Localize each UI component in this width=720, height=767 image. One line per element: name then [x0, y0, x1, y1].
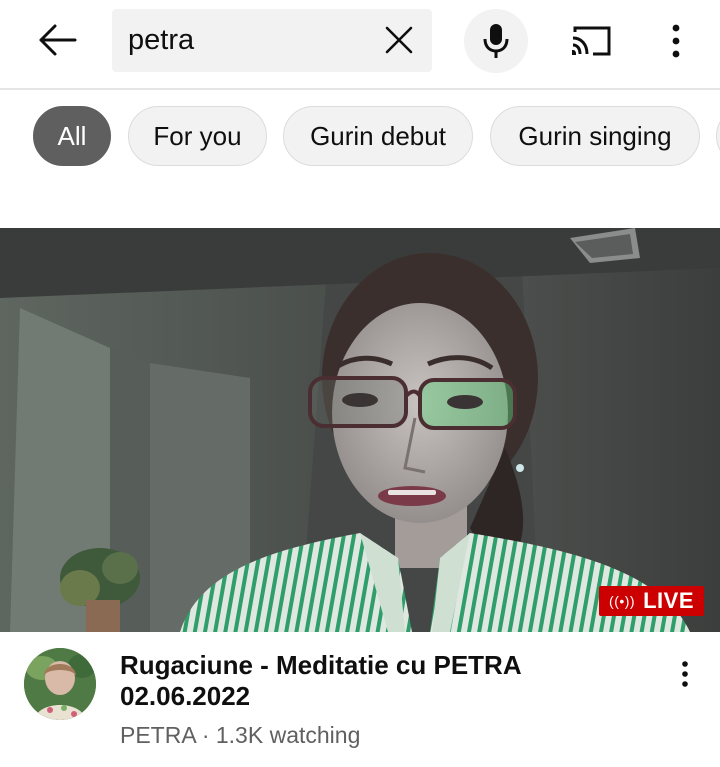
video-frame-image: [0, 228, 720, 632]
clear-search-button[interactable]: [384, 25, 414, 55]
filter-chips-bar: All For you Gurin debut Gurin singing: [0, 106, 720, 170]
back-button[interactable]: [32, 18, 82, 62]
mic-icon: [483, 24, 509, 58]
live-broadcast-icon: ((•)): [609, 593, 636, 609]
video-action-menu-button[interactable]: [670, 652, 700, 696]
avatar-image: [24, 648, 96, 720]
video-title[interactable]: Rugaciune - Meditatie cu PETRA 02.06.202…: [120, 650, 640, 712]
chip-for-you[interactable]: For you: [128, 106, 267, 166]
viewer-count: 1.3K watching: [215, 722, 361, 748]
more-vert-icon: [682, 661, 688, 687]
cast-button[interactable]: [566, 20, 616, 62]
live-label: LIVE: [643, 588, 694, 613]
video-thumbnail[interactable]: ((•)) LIVE: [0, 228, 720, 632]
cast-icon: [572, 26, 611, 56]
subline-separator: ·: [201, 722, 210, 748]
channel-name[interactable]: PETRA: [120, 722, 195, 748]
chip-gurin-singing[interactable]: Gurin singing: [490, 106, 700, 166]
more-options-button[interactable]: [660, 18, 692, 64]
close-icon: [385, 26, 413, 54]
header-divider: [0, 88, 720, 90]
chip-all[interactable]: All: [33, 106, 111, 166]
video-metadata: Rugaciune - Meditatie cu PETRA 02.06.202…: [0, 632, 720, 767]
arrow-back-icon: [39, 24, 77, 56]
top-search-bar: [0, 0, 720, 88]
more-vert-icon: [672, 24, 680, 58]
search-box: [112, 9, 432, 72]
chip-next-partial[interactable]: [716, 106, 720, 166]
search-input[interactable]: [128, 9, 378, 72]
chip-gurin-debut[interactable]: Gurin debut: [283, 106, 473, 166]
video-subline: PETRA · 1.3K watching: [120, 722, 360, 749]
live-badge: ((•)) LIVE: [599, 586, 704, 616]
voice-search-button[interactable]: [464, 9, 528, 73]
channel-avatar[interactable]: [24, 648, 96, 720]
